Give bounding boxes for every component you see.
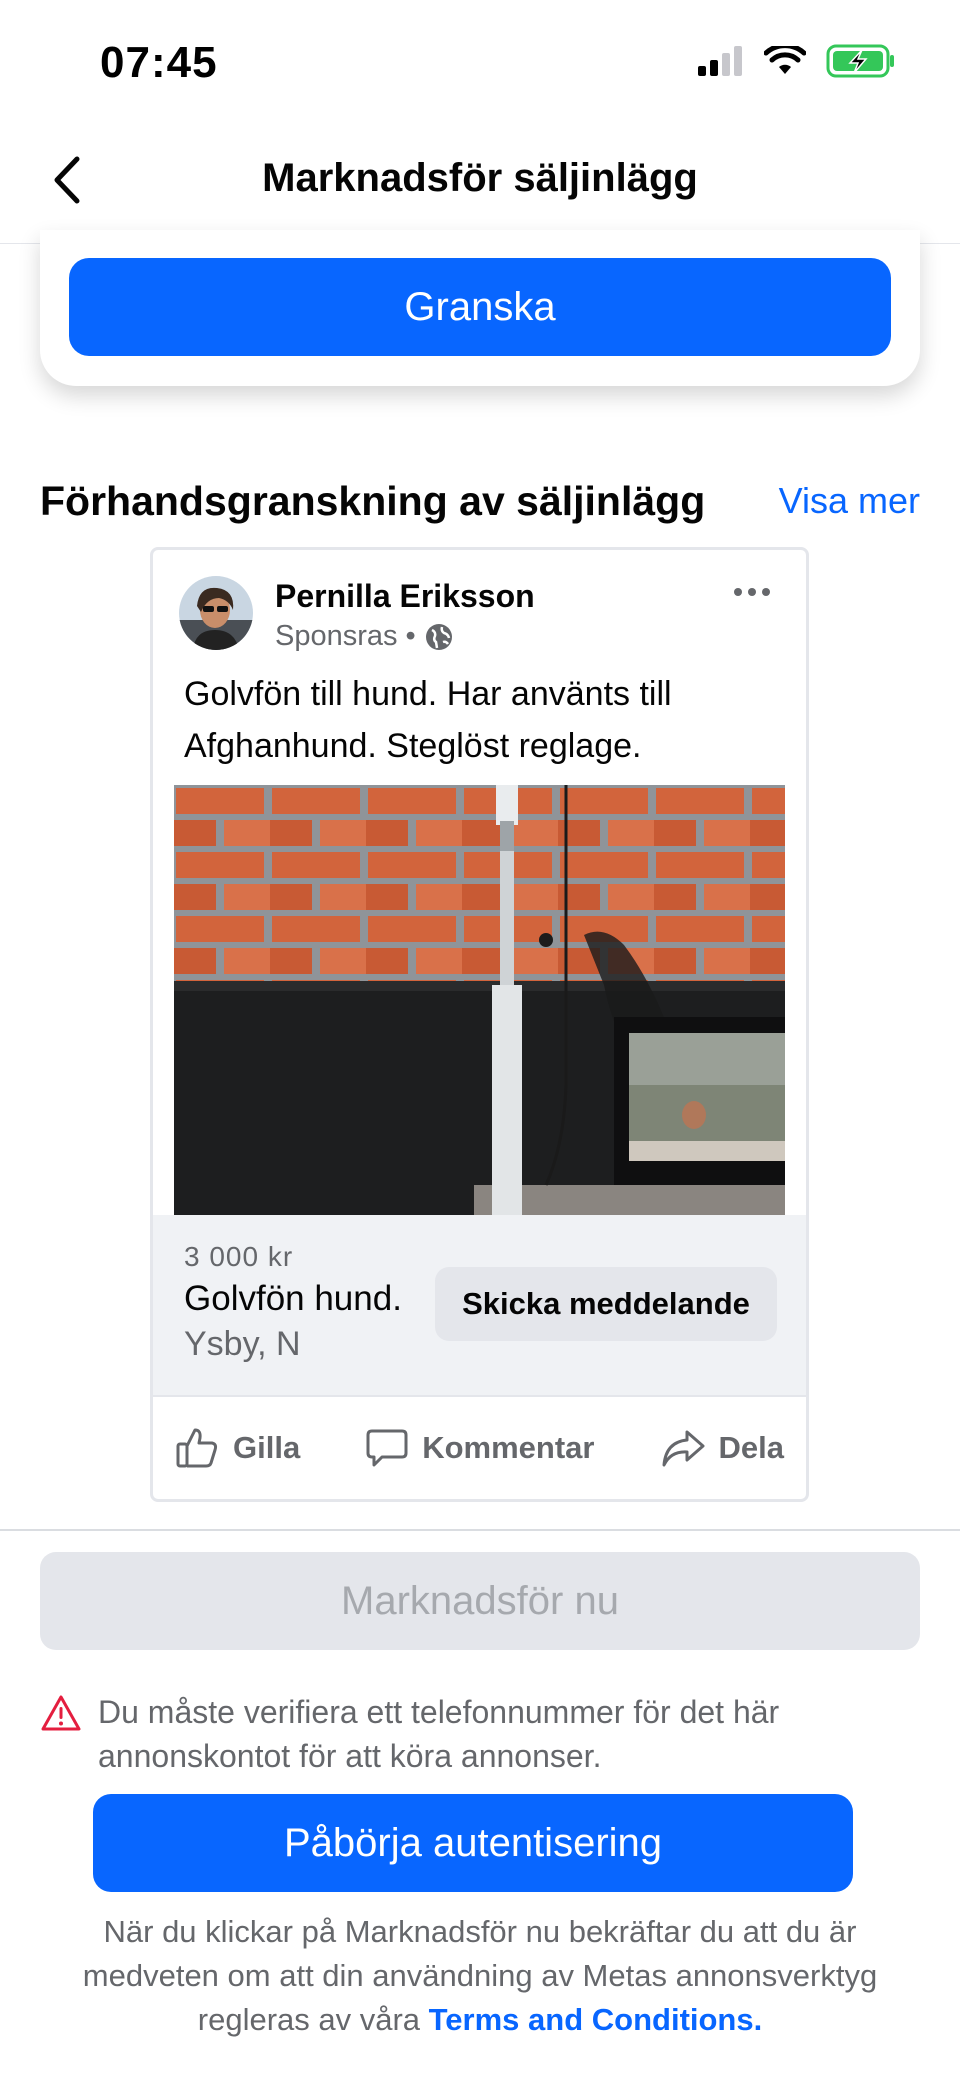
thumbs-up-icon — [176, 1428, 218, 1468]
status-bar: 07:45 — [0, 0, 960, 120]
sponsored-label: Sponsras — [275, 620, 398, 652]
page-title: Marknadsför säljinlägg — [262, 156, 698, 200]
share-label: Dela — [718, 1430, 784, 1465]
like-label: Gilla — [233, 1430, 301, 1465]
signal-icon — [698, 46, 744, 81]
listing-price: 3 000 kr — [184, 1241, 294, 1272]
avatar — [179, 576, 253, 650]
verification-warning: Du måste verifiera ett telefonnummer för… — [40, 1690, 920, 1778]
legal-notice: När du klickar på Marknadsför nu bekräft… — [40, 1910, 920, 2042]
post-action-bar: Gilla Kommentar Dela — [153, 1395, 806, 1499]
promote-now-button[interactable]: Marknadsför nu — [40, 1552, 920, 1650]
battery-charging-icon — [826, 44, 896, 83]
divider — [0, 1529, 960, 1531]
comment-label: Kommentar — [422, 1430, 595, 1465]
review-card: Granska — [40, 230, 920, 386]
listing-info: 3 000 kr Golvfön hund. Ysby, N Skicka me… — [153, 1215, 806, 1395]
listing-title: Golvfön hund. — [184, 1279, 402, 1318]
post-image[interactable] — [174, 785, 785, 1215]
preview-section-title: Förhandsgranskning av säljinlägg — [40, 478, 706, 524]
review-button[interactable]: Granska — [69, 258, 891, 356]
separator: • — [405, 620, 416, 652]
post-text: Golvfön till hund. Har använts till Afgh… — [184, 675, 672, 765]
more-horizontal-icon — [734, 588, 770, 596]
wifi-icon — [763, 43, 807, 81]
warning-text: Du måste verifiera ett telefonnummer för… — [98, 1694, 780, 1774]
comment-button[interactable]: Kommentar — [366, 1427, 594, 1469]
warning-triangle-icon — [41, 1695, 81, 1731]
status-icons — [698, 43, 896, 83]
status-time: 07:45 — [100, 38, 218, 87]
sponsored-row: Sponsras • — [275, 620, 454, 653]
see-more-link[interactable]: Visa mer — [779, 480, 920, 522]
comment-icon — [366, 1429, 408, 1467]
nav-bar: Marknadsför säljinlägg — [0, 120, 960, 244]
share-button[interactable]: Dela — [661, 1428, 784, 1468]
share-icon — [662, 1430, 704, 1467]
post-author[interactable]: Pernilla Eriksson — [275, 578, 535, 615]
more-options-button[interactable] — [722, 572, 782, 612]
terms-link[interactable]: Terms and Conditions. — [429, 2002, 763, 2037]
start-authentication-button[interactable]: Påbörja autentisering — [93, 1794, 853, 1892]
like-button[interactable]: Gilla — [175, 1426, 300, 1470]
post-preview-card: Pernilla Eriksson Sponsras • Golvfön til… — [150, 547, 809, 1502]
globe-icon — [425, 623, 452, 650]
listing-location: Ysby, N — [184, 1325, 301, 1363]
send-message-button[interactable]: Skicka meddelande — [435, 1267, 777, 1341]
